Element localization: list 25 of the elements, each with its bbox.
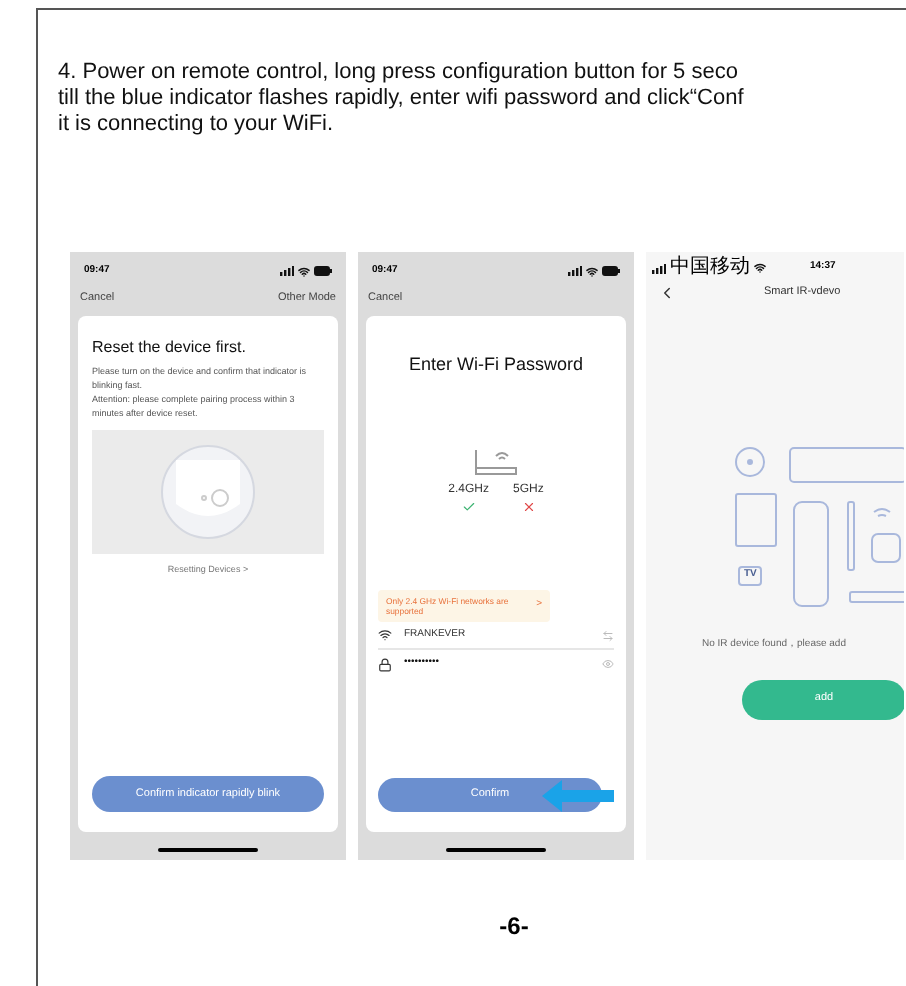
carrier-text: 中国移动 bbox=[670, 258, 750, 278]
wifi-icon bbox=[378, 628, 392, 642]
card-title: Reset the device first. bbox=[92, 338, 248, 359]
device-drawing bbox=[160, 444, 256, 541]
arrow-icon bbox=[542, 779, 614, 811]
wifi-icon bbox=[586, 265, 598, 277]
home-indicator bbox=[158, 848, 258, 852]
wifi-icon bbox=[298, 265, 310, 277]
battery-icon bbox=[602, 266, 620, 276]
instruction-text: it is connecting to your WiFi. bbox=[58, 112, 336, 138]
router-icon bbox=[472, 447, 520, 476]
instruction-text: 4. Power on remote control, long press configuration button for 5 seco bbox=[58, 60, 740, 86]
signal-icon bbox=[280, 266, 294, 276]
eye-icon bbox=[602, 658, 614, 670]
battery-icon bbox=[314, 266, 332, 276]
page-number: -6- bbox=[499, 910, 529, 944]
back-icon[interactable] bbox=[658, 284, 676, 302]
signal-icon bbox=[568, 266, 582, 276]
wifi-icon bbox=[754, 262, 766, 274]
switch-icon bbox=[602, 629, 614, 641]
lock-icon bbox=[378, 657, 392, 671]
instruction-text: till the blue indicator flashes rapidly, enter wifi password and click“Conf bbox=[58, 86, 746, 112]
card-title: Enter Wi-Fi Password bbox=[408, 352, 584, 379]
signal-icon bbox=[652, 263, 666, 273]
home-indicator bbox=[446, 848, 546, 852]
